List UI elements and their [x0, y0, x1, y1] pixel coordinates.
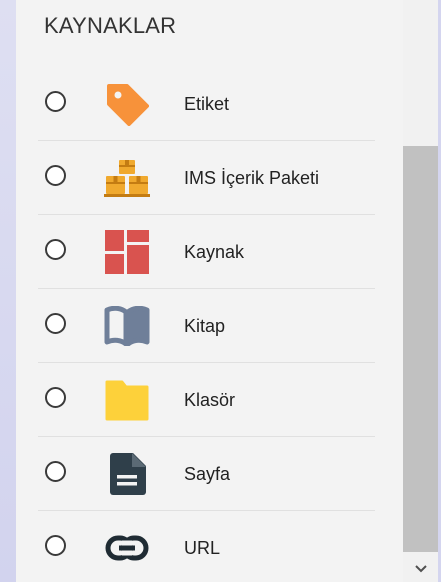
item-label: Kaynak — [184, 242, 245, 262]
page-document-icon — [104, 451, 150, 497]
item-label: URL — [184, 538, 221, 558]
radio-button[interactable] — [45, 461, 66, 482]
radio-button[interactable] — [45, 165, 66, 186]
list-item-kaynak[interactable]: Kaynak — [16, 215, 403, 289]
link-icon — [104, 525, 150, 571]
radio-button[interactable] — [45, 313, 66, 334]
radio-button[interactable] — [45, 239, 66, 260]
item-label: Kitap — [184, 316, 226, 336]
section-title: KAYNAKLAR — [44, 13, 177, 38]
list-item-kitap[interactable]: Kitap — [16, 289, 403, 363]
radio-button[interactable] — [45, 91, 66, 112]
item-label: Sayfa — [184, 464, 231, 484]
item-label: Etiket — [184, 94, 230, 114]
resource-grid-icon — [104, 229, 150, 275]
resources-panel: KAYNAKLAR Etiket IMS İçerik Paketi Kayna… — [16, 0, 403, 582]
chevron-down-icon — [414, 564, 427, 572]
list-item-etiket[interactable]: Etiket — [16, 67, 403, 141]
item-label: Klasör — [184, 390, 236, 410]
list-item-sayfa[interactable]: Sayfa — [16, 437, 403, 511]
item-label: IMS İçerik Paketi — [184, 168, 320, 188]
vertical-scrollbar[interactable] — [403, 0, 438, 582]
radio-button[interactable] — [45, 535, 66, 556]
ims-package-icon — [104, 155, 150, 201]
list-item-url[interactable]: URL — [16, 511, 403, 582]
book-icon — [104, 303, 150, 349]
resource-list: Etiket IMS İçerik Paketi Kaynak Kitap Kl… — [16, 67, 403, 582]
label-tag-icon — [104, 81, 150, 127]
scroll-down-button[interactable] — [403, 555, 438, 582]
folder-icon — [104, 377, 150, 423]
scrollbar-thumb[interactable] — [403, 146, 438, 552]
radio-button[interactable] — [45, 387, 66, 408]
list-item-ims-package[interactable]: IMS İçerik Paketi — [16, 141, 403, 215]
list-item-klasor[interactable]: Klasör — [16, 363, 403, 437]
